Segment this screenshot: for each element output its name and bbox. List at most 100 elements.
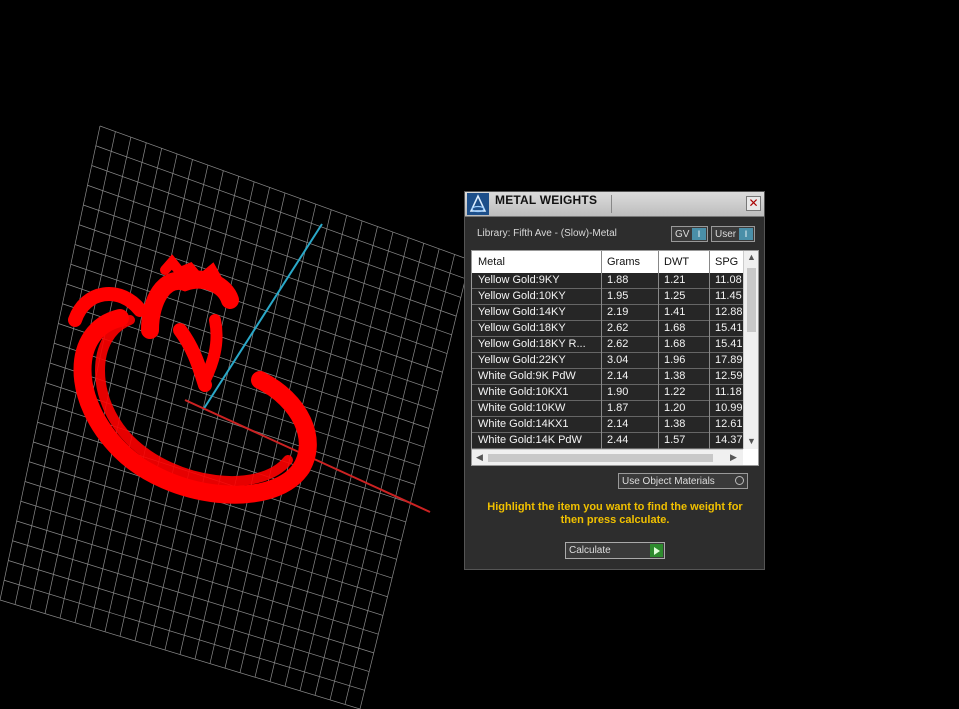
horizontal-scrollbar[interactable]: ◀ ▶ <box>472 449 743 465</box>
cell-dwt: 1.25 <box>664 290 686 302</box>
grid-line <box>8 560 370 672</box>
cell-metal: White Gold:10KX1 <box>478 386 569 398</box>
cell-spg: 15.41 <box>715 338 743 350</box>
table-row[interactable]: White Gold:9K PdW 2.14 1.38 12.59 <box>472 369 743 385</box>
cell-grams: 2.14 <box>607 418 629 430</box>
column-header-grams[interactable]: Grams <box>607 256 657 268</box>
grid-line <box>269 226 378 682</box>
cell-grams: 2.44 <box>607 434 629 446</box>
cell-dwt: 1.38 <box>664 370 686 382</box>
cell-grams: 1.90 <box>607 386 629 398</box>
gv-toggle-label: GV <box>675 229 690 240</box>
column-divider <box>658 251 659 449</box>
vertical-scroll-thumb[interactable] <box>747 268 756 332</box>
cell-dwt: 1.21 <box>664 274 686 286</box>
column-header-spg[interactable]: SPG <box>715 256 743 268</box>
grid-line <box>344 254 455 705</box>
cell-grams: 2.14 <box>607 370 629 382</box>
table-row[interactable]: White Gold:10KX1 1.90 1.22 11.18 <box>472 385 743 401</box>
cell-dwt: 1.57 <box>664 434 686 446</box>
metal-table[interactable]: Metal Grams DWT SPG Yellow Gold:9KY 1.88 1… <box>471 250 759 466</box>
table-header: Metal Grams DWT SPG <box>472 251 743 274</box>
cell-metal: Yellow Gold:18KY R... <box>478 338 586 350</box>
cell-grams: 3.04 <box>607 354 629 366</box>
cell-metal: White Gold:10KW <box>478 402 566 414</box>
calculate-label: Calculate <box>569 545 611 556</box>
table-row[interactable]: White Gold:14KX1 2.14 1.38 12.61 <box>472 417 743 433</box>
cell-metal: Yellow Gold:9KY <box>478 274 560 286</box>
table-row[interactable]: Yellow Gold:22KY 3.04 1.96 17.89 <box>472 353 743 369</box>
ground-grid <box>0 125 471 709</box>
cell-grams: 1.88 <box>607 274 629 286</box>
cell-spg: 12.88 <box>715 306 743 318</box>
cell-metal: White Gold:9K PdW <box>478 370 576 382</box>
cell-grams: 1.87 <box>607 402 629 414</box>
grid-line <box>299 237 409 691</box>
user-toggle-label: User <box>715 229 737 240</box>
cell-dwt: 1.20 <box>664 402 686 414</box>
chevron-right-icon[interactable]: ▶ <box>730 452 737 463</box>
chevron-up-icon[interactable]: ▲ <box>747 252 756 262</box>
grid-line <box>4 579 365 691</box>
grid-line <box>0 599 361 709</box>
cell-spg: 11.18 <box>715 386 742 398</box>
cell-spg: 11.45 <box>715 290 742 302</box>
cell-metal: Yellow Gold:14KY <box>478 306 566 318</box>
horizontal-scroll-thumb[interactable] <box>488 454 713 462</box>
use-object-materials-label: Use Object Materials <box>622 476 715 487</box>
cell-spg: 15.41 <box>715 322 743 334</box>
gv-toggle[interactable]: GV I <box>671 226 708 242</box>
calculate-button[interactable]: Calculate <box>565 542 665 559</box>
close-icon[interactable]: ✕ <box>746 196 761 211</box>
table-row[interactable]: White Gold:10KW 1.87 1.20 10.99 <box>472 401 743 417</box>
cell-grams: 2.19 <box>607 306 629 318</box>
vertical-scrollbar[interactable]: ▲ ▼ <box>743 251 758 449</box>
cell-dwt: 1.96 <box>664 354 686 366</box>
cell-spg: 14.37 <box>715 434 743 446</box>
column-divider <box>709 251 710 449</box>
play-icon[interactable] <box>650 544 663 557</box>
cell-metal: Yellow Gold:10KY <box>478 290 566 302</box>
column-header-dwt[interactable]: DWT <box>664 256 708 268</box>
table-row[interactable]: Yellow Gold:18KY R... 2.62 1.68 15.41 <box>472 337 743 353</box>
grid-line <box>20 500 384 616</box>
cell-dwt: 1.41 <box>664 306 686 318</box>
use-object-materials-option[interactable]: Use Object Materials <box>618 473 748 489</box>
table-row[interactable]: White Gold:14K PdW 2.44 1.57 14.37 <box>472 433 743 449</box>
table-row[interactable]: Yellow Gold:10KY 1.95 1.25 11.45 <box>472 289 743 305</box>
cell-grams: 1.95 <box>607 290 629 302</box>
instruction-text: Highlight the item you want to find the … <box>487 501 743 526</box>
metal-weights-panel: METAL WEIGHTS ✕ Library: Fifth Ave - (Sl… <box>464 191 765 570</box>
cell-dwt: 1.68 <box>664 338 686 350</box>
gv-toggle-indicator-icon: I <box>692 228 706 240</box>
cell-dwt: 1.68 <box>664 322 686 334</box>
cell-spg: 11.08 <box>715 274 742 286</box>
user-toggle[interactable]: User I <box>711 226 755 242</box>
cell-metal: White Gold:14KX1 <box>478 418 569 430</box>
titlebar-divider <box>611 195 612 213</box>
cell-metal: Yellow Gold:22KY <box>478 354 566 366</box>
panel-titlebar[interactable]: METAL WEIGHTS ✕ <box>465 192 764 217</box>
library-label: Library: Fifth Ave - (Slow)-Metal <box>477 228 617 239</box>
app-logo-icon <box>467 193 489 215</box>
grid-line <box>16 520 379 635</box>
cell-spg: 12.61 <box>715 418 743 430</box>
cell-metal: White Gold:14K PdW <box>478 434 582 446</box>
table-row[interactable]: Yellow Gold:18KY 2.62 1.68 15.41 <box>472 321 743 337</box>
cell-dwt: 1.38 <box>664 418 686 430</box>
cell-metal: Yellow Gold:18KY <box>478 322 566 334</box>
user-toggle-indicator-icon: I <box>739 228 753 240</box>
chevron-down-icon[interactable]: ▼ <box>747 436 756 446</box>
cell-grams: 2.62 <box>607 322 629 334</box>
cell-spg: 17.89 <box>715 354 743 366</box>
grid-line <box>359 259 471 709</box>
grid-line <box>12 540 374 654</box>
table-row[interactable]: Yellow Gold:9KY 1.88 1.21 11.08 <box>472 273 743 289</box>
column-header-metal[interactable]: Metal <box>478 256 602 268</box>
table-row[interactable]: Yellow Gold:14KY 2.19 1.41 12.88 <box>472 305 743 321</box>
panel-title: METAL WEIGHTS <box>495 193 598 207</box>
grid-line <box>239 215 348 673</box>
chevron-left-icon[interactable]: ◀ <box>476 452 483 463</box>
cell-spg: 12.59 <box>715 370 743 382</box>
radio-icon[interactable] <box>735 476 744 485</box>
